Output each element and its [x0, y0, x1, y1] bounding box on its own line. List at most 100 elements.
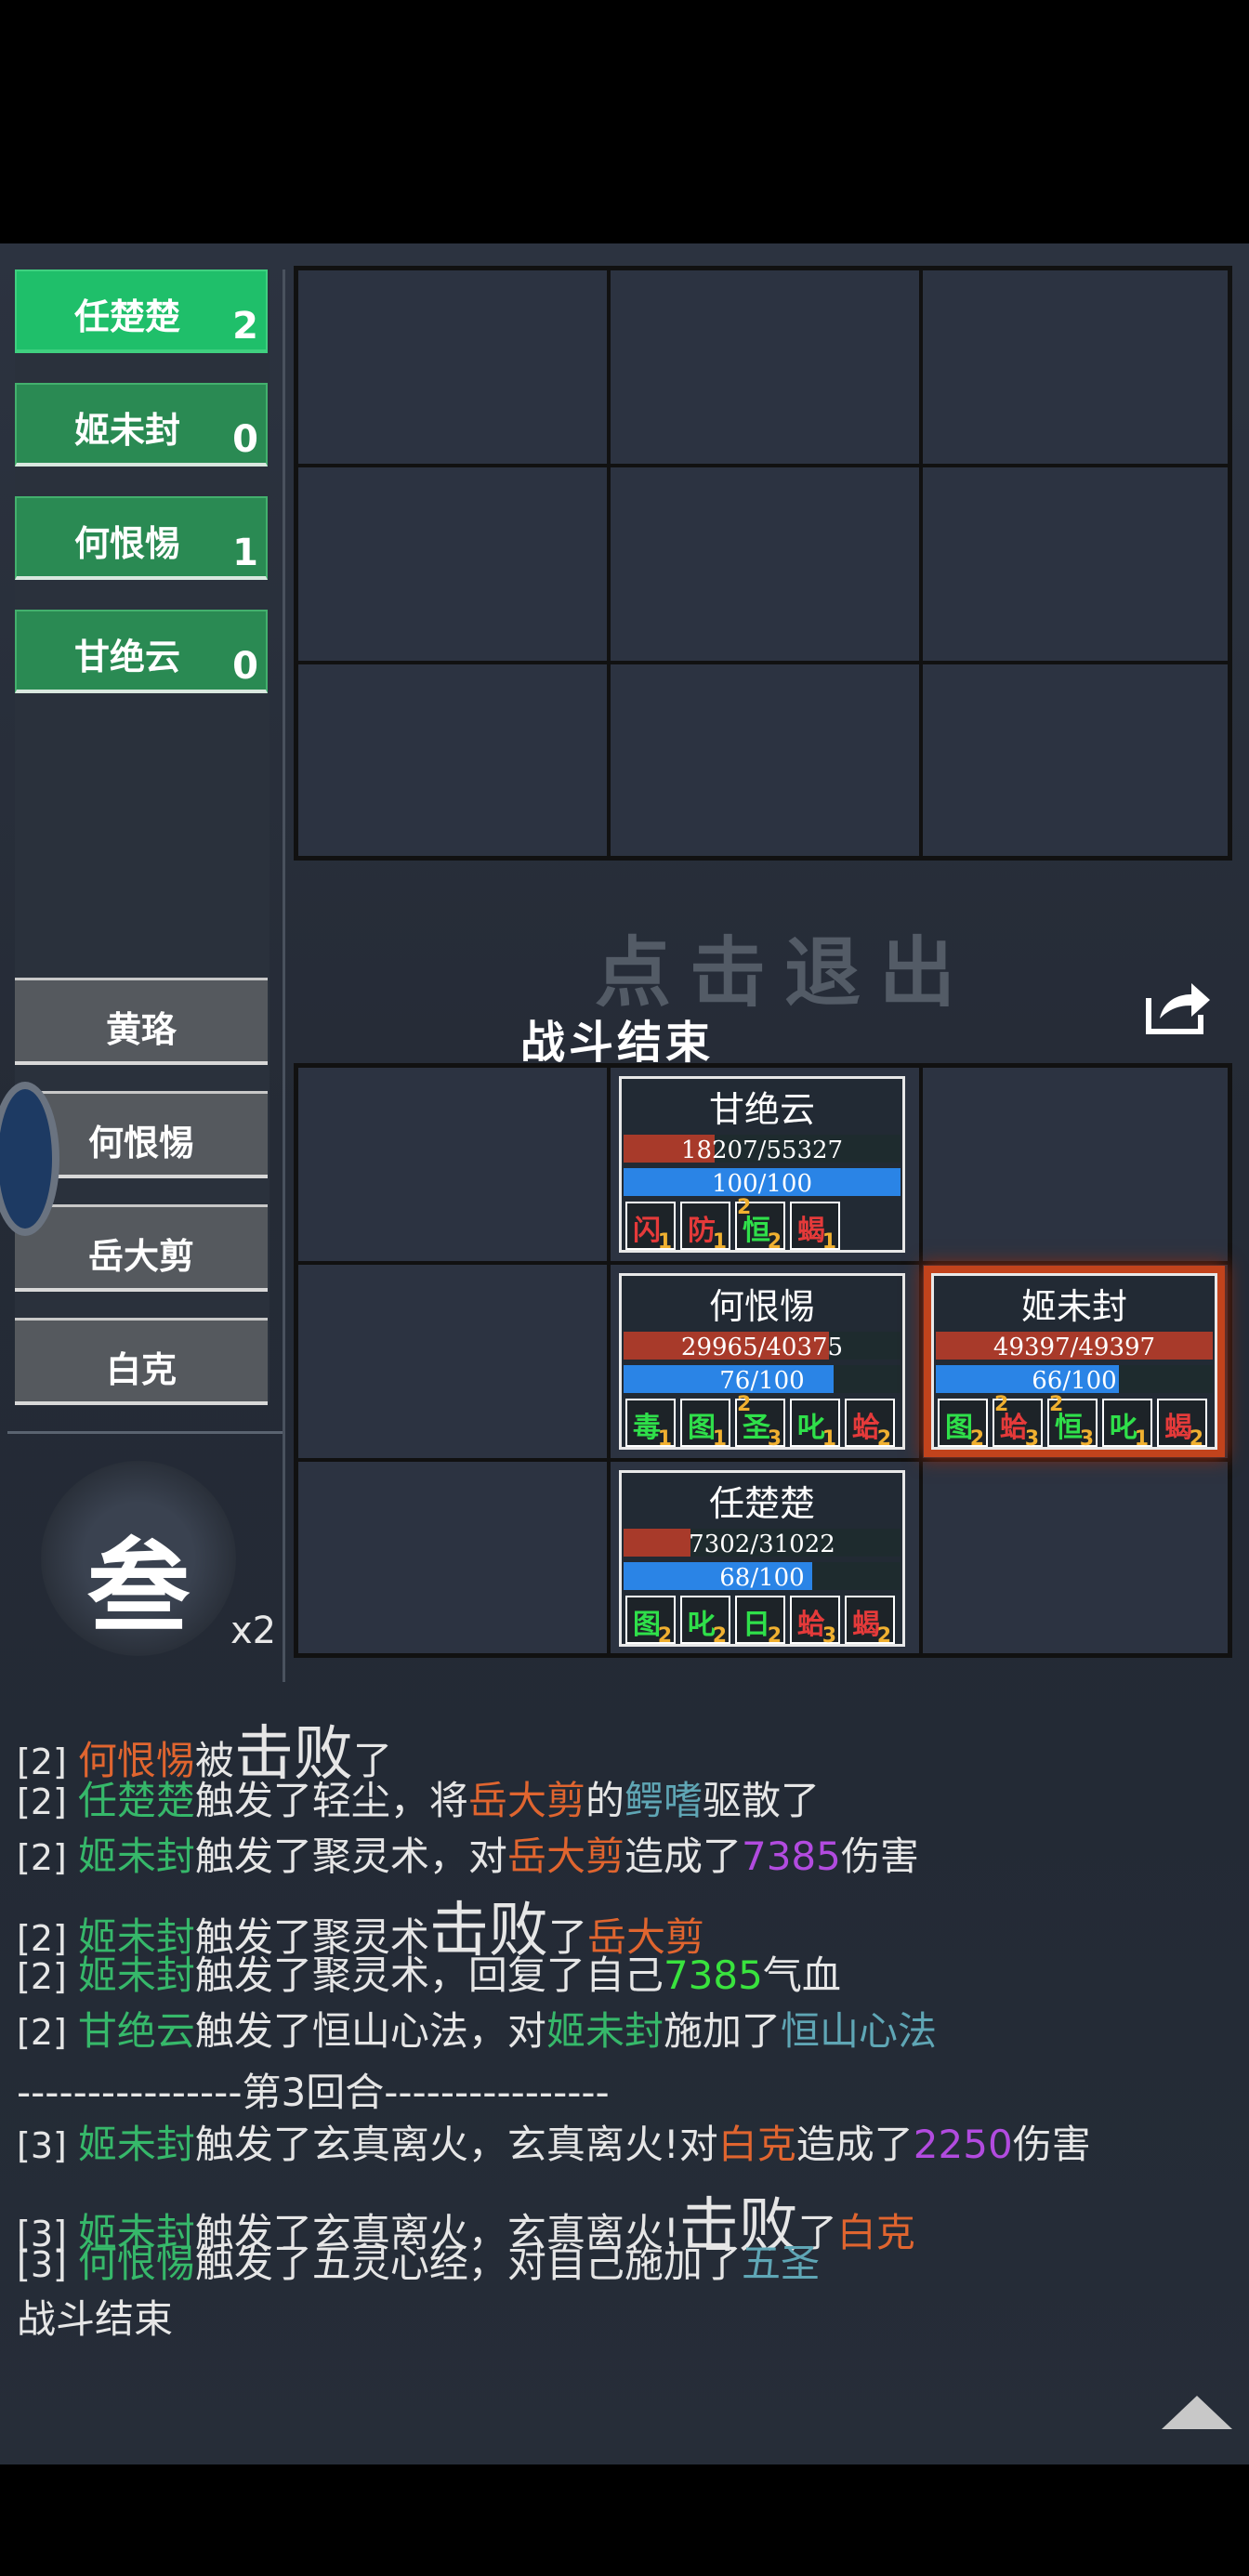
buff-glyph: 闪 [633, 1215, 661, 1247]
log-segment: ----------------第3回合---------------- [17, 2070, 610, 2115]
log-segment: [2] [17, 1837, 78, 1878]
scroll-up-icon[interactable] [1162, 2396, 1232, 2429]
unit-card-1[interactable]: 何恨惕 29965/40375 76/100 毒 1 图 1 圣 3 2 叱 1 蛤 2 [619, 1273, 905, 1451]
buff-stack: 2 [969, 1427, 984, 1451]
buff-icon[interactable]: 恒22 [735, 1196, 785, 1254]
buff-icon[interactable]: 蛤2 [845, 1399, 895, 1451]
buff-icon[interactable]: 图2 [625, 1596, 676, 1648]
column-divider [283, 269, 285, 1682]
buff-row: 图2蛤32恒32叱1蝎2 [938, 1393, 1211, 1451]
log-segment: 姬未封 [77, 1833, 195, 1879]
buff-icon[interactable]: 蛤32 [993, 1393, 1043, 1451]
unit-card-2[interactable]: 姬未封 49397/49397 66/100 图 2 蛤 3 2 恒 3 2 叱 1 蝎 2 [931, 1273, 1217, 1451]
buff-stack: 2 [876, 1427, 891, 1451]
log-segment: 触发了轻尘，将 [194, 1778, 468, 1823]
enemy-slot [609, 663, 921, 858]
buff-stack: 1 [822, 1230, 836, 1254]
buff-icon[interactable]: 恒32 [1047, 1393, 1098, 1451]
speed-toggle-button[interactable]: 叁 [41, 1461, 236, 1656]
log-segment: 施加了 [663, 2008, 781, 2054]
unit-name: 甘绝云 [708, 1089, 815, 1130]
battle-screen: 任楚楚 2 姬未封 0 何恨惕 1 甘绝云 0 黄珞 何恨惕 岳大剪 白克 叁 … [0, 243, 1249, 2464]
sidebar-divider [7, 1431, 283, 1434]
speed-multiplier: x2 [230, 1610, 277, 1652]
log-segment: 鳄嗜 [624, 1778, 703, 1823]
log-segment: 造成了 [795, 2122, 914, 2167]
log-segment: 何恨惕 [77, 2241, 195, 2286]
team-member-count: 0 [232, 418, 258, 461]
enemy-item-0[interactable]: 黄珞 [15, 978, 268, 1065]
team-member-count: 2 [232, 305, 258, 348]
log-line: [2] 任楚楚触发了轻尘，将岳大剪的鳄嗜驱散了 [17, 1769, 820, 1826]
log-segment: 伤害 [1012, 2122, 1091, 2167]
log-segment: 2250 [913, 2122, 1013, 2167]
buff-glyph: 图 [688, 1412, 716, 1444]
buff-stack: 1 [712, 1427, 727, 1451]
team-member-count: 0 [232, 645, 258, 688]
buff-row: 图2叱2日2蛤3蝎2 [625, 1596, 899, 1648]
buff-level: 2 [737, 1196, 752, 1219]
buff-stack: 1 [712, 1230, 727, 1254]
log-segment: 造成了 [624, 1833, 742, 1879]
unit-card-0[interactable]: 甘绝云 18207/55327 100/100 闪 1 防 1 恒 2 2 蝎 1 [619, 1076, 905, 1254]
team-sidebar: 任楚楚 2 姬未封 0 何恨惕 1 甘绝云 0 黄珞 何恨惕 岳大剪 白克 [15, 269, 270, 1405]
team-member-name: 任楚楚 [73, 296, 180, 337]
log-segment: 7385 [663, 1952, 763, 1998]
log-segment: 白克 [836, 2210, 915, 2255]
buff-stack: 3 [1024, 1427, 1039, 1451]
mp-bar-text: 76/100 [719, 1367, 805, 1395]
enemy-item-2[interactable]: 岳大剪 [15, 1204, 268, 1292]
team-member-3[interactable]: 甘绝云 0 [15, 610, 268, 693]
buff-icon[interactable]: 图2 [938, 1399, 988, 1451]
buff-icon[interactable]: 蝎2 [1157, 1399, 1207, 1451]
unit-name: 何恨惕 [708, 1286, 815, 1327]
buff-icon[interactable]: 叱1 [790, 1399, 840, 1451]
log-segment: 白克 [717, 2122, 796, 2167]
enemy-slot [921, 269, 1229, 466]
share-icon[interactable] [1145, 978, 1212, 1035]
ally-slot [296, 1066, 609, 1263]
buff-glyph: 叱 [1110, 1412, 1137, 1444]
buff-icon[interactable]: 蝎1 [790, 1202, 840, 1254]
buff-icon[interactable]: 防1 [680, 1202, 730, 1254]
buff-icon[interactable]: 叱2 [680, 1596, 730, 1648]
enemy-name: 白克 [105, 1349, 177, 1390]
enemy-item-3[interactable]: 白克 [15, 1318, 268, 1405]
team-member-1[interactable]: 姬未封 0 [15, 383, 268, 467]
log-segment: [2] [17, 1781, 78, 1822]
buff-icon[interactable]: 图1 [680, 1399, 730, 1451]
battle-log[interactable]: [2] 何恨惕被击败了 [2] 任楚楚触发了轻尘，将岳大剪的鳄嗜驱散了 [2] 姬未… [0, 1686, 1249, 2464]
buff-icon[interactable]: 蝎2 [845, 1596, 895, 1648]
buff-icon[interactable]: 闪1 [625, 1202, 676, 1254]
buff-icon[interactable]: 日2 [735, 1596, 785, 1648]
buff-row: 闪1防1恒22蝎1 [625, 1196, 899, 1254]
buff-glyph: 日 [743, 1609, 770, 1641]
buff-stack: 3 [822, 1624, 836, 1648]
mp-bar-text: 100/100 [711, 1170, 812, 1198]
team-member-0[interactable]: 任楚楚 2 [15, 269, 268, 353]
buff-stack: 3 [767, 1427, 782, 1451]
buff-stack: 1 [657, 1427, 672, 1451]
buff-stack: 2 [876, 1624, 891, 1648]
buff-icon[interactable]: 蛤3 [790, 1596, 840, 1648]
team-member-name: 姬未封 [73, 410, 180, 451]
unit-card-3[interactable]: 任楚楚 7302/31022 68/100 图 2 叱 2 日 2 蛤 3 蝎 2 [619, 1470, 905, 1648]
mp-bar-text: 68/100 [719, 1564, 805, 1592]
team-member-2[interactable]: 何恨惕 1 [15, 496, 268, 580]
buff-glyph: 蝎 [797, 1215, 825, 1247]
log-segment: 触发了玄真离火，玄真离火!对 [194, 2122, 718, 2167]
log-line: [2] 姬未封触发了聚灵术，回复了自己7385气血 [17, 1944, 841, 2001]
log-line: [3] 何恨惕触发了五灵心经，对自己施加了五圣 [17, 2232, 820, 2289]
buff-icon[interactable]: 圣32 [735, 1393, 785, 1451]
buff-icon[interactable]: 毒1 [625, 1399, 676, 1451]
ally-slot [921, 1460, 1229, 1655]
buff-icon[interactable]: 叱1 [1102, 1399, 1152, 1451]
buff-glyph: 蛤 [852, 1412, 880, 1444]
log-line: [2] 甘绝云触发了恒山心法，对姬未封施加了恒山心法 [17, 2000, 937, 2057]
log-segment: 气血 [762, 1952, 841, 1998]
hp-bar: 49397/49397 [936, 1332, 1213, 1361]
enemy-slot [609, 466, 921, 663]
enemy-name: 岳大剪 [87, 1236, 194, 1277]
buff-row: 毒1图1圣32叱1蛤2 [625, 1393, 899, 1451]
buff-stack: 2 [1189, 1427, 1203, 1451]
